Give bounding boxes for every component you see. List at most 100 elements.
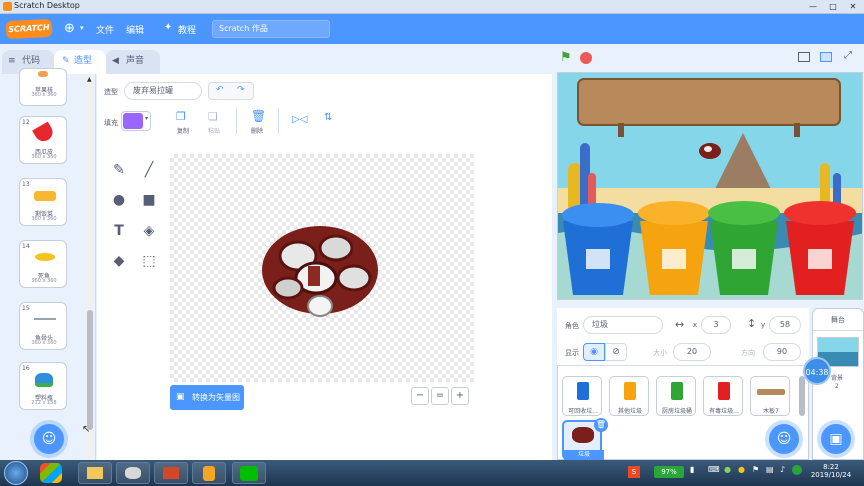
direction-input[interactable]: 90	[763, 343, 801, 361]
eye-icon: ◉	[590, 347, 598, 357]
trash-icon[interactable]: 🗑	[251, 109, 266, 123]
app-icon[interactable]	[40, 463, 62, 483]
battery-icon[interactable]: ▮	[690, 465, 694, 474]
size-input[interactable]: 20	[673, 343, 711, 361]
taskbar-paint[interactable]	[116, 462, 150, 484]
green-flag-icon[interactable]: ⚑	[560, 50, 572, 65]
taskbar-powerpoint[interactable]	[154, 462, 188, 484]
taskbar-app[interactable]	[192, 462, 226, 484]
tab-sounds[interactable]: ◀ 声音	[106, 50, 160, 74]
recording-timer: 04:38	[803, 357, 831, 385]
battery-indicator[interactable]: 97%	[654, 466, 684, 478]
keyboard-icon[interactable]: ⌨	[708, 465, 720, 474]
delete-sprite-icon[interactable]: 🗑	[594, 418, 608, 432]
flag-icon[interactable]: ⚑	[752, 465, 759, 474]
scratch-logo[interactable]: SCRATCH	[5, 18, 53, 40]
sprite-thumb[interactable]: 厨房垃圾桶	[656, 376, 696, 416]
costume-item[interactable]: 15 鱼骨头 360 x 360	[19, 302, 67, 350]
small-stage-icon[interactable]	[798, 52, 810, 62]
sprite-label: 角色	[565, 322, 579, 330]
stage-canvas[interactable]	[557, 72, 863, 300]
close-icon[interactable]: ✕	[846, 1, 860, 12]
line-tool-icon[interactable]: ╱	[140, 161, 158, 179]
fill-color-picker[interactable]: ▾	[121, 111, 151, 131]
chevron-down-icon[interactable]: ▾	[80, 24, 84, 32]
crushed-cans-image	[262, 226, 378, 317]
menu-bar: SCRATCH ⊕ ▾ 文件 编辑 ✦ 教程 Scratch 作品	[0, 14, 864, 44]
y-input[interactable]: 58	[769, 316, 801, 334]
sprite-thumb[interactable]: 可回收垃...	[562, 376, 602, 416]
menu-tutorials[interactable]: 教程	[178, 23, 196, 36]
x-input[interactable]: 3	[701, 316, 731, 334]
project-title-input[interactable]: Scratch 作品	[212, 20, 330, 38]
show-eye-button[interactable]: ◉	[583, 343, 605, 361]
delete-button[interactable]: 删除	[251, 126, 263, 135]
zoom-reset-button[interactable]: =	[431, 387, 449, 405]
zoom-in-button[interactable]: +	[451, 387, 469, 405]
choose-backdrop-button[interactable]: ▣	[821, 424, 851, 454]
hide-eye-button[interactable]: ⊘	[605, 343, 627, 361]
fullscreen-icon[interactable]: ⤢	[844, 50, 852, 61]
tray-app-icon[interactable]	[792, 465, 802, 475]
menu-file[interactable]: 文件	[96, 23, 114, 36]
sprite-thumbnail	[572, 427, 594, 443]
show-label: 显示	[565, 349, 579, 357]
ime-icon[interactable]: S	[628, 466, 640, 478]
costume-item[interactable]: 13 剩饭菜 360 x 360	[19, 178, 67, 226]
paint-canvas[interactable]	[170, 154, 474, 382]
taskbar-iqiyi[interactable]	[232, 462, 266, 484]
convert-to-vector-button[interactable]: ▣ 转换为矢量图	[170, 385, 244, 410]
volume-icon[interactable]: ♪	[780, 465, 785, 474]
sprite-thumb-selected[interactable]: 垃圾 🗑	[562, 418, 608, 460]
costume-name-input[interactable]: 废弃易拉罐	[124, 82, 202, 100]
fill-swatch	[123, 113, 143, 129]
brush-tool-icon[interactable]: ✎	[110, 161, 128, 179]
taskbar-explorer[interactable]	[78, 462, 112, 484]
flip-vertical-icon[interactable]: ⇅	[324, 112, 332, 123]
circle-tool-icon[interactable]: ●	[110, 191, 128, 209]
redo-icon[interactable]: ↷	[237, 85, 245, 95]
costume-thumbnail	[34, 191, 56, 201]
sprite-list-scrollbar[interactable]	[799, 376, 805, 416]
zoom-out-button[interactable]: −	[411, 387, 429, 405]
fill-tool-icon[interactable]: ◈	[140, 222, 158, 240]
menu-edit[interactable]: 编辑	[126, 23, 144, 36]
sprite-thumb[interactable]: 木板7	[750, 376, 790, 416]
costume-item[interactable]: 16 塑料瓶 212 x 158	[19, 362, 67, 410]
copy-button[interactable]: 复制	[177, 126, 189, 135]
undo-redo-group: ↶ ↷	[208, 82, 254, 100]
scroll-up-icon[interactable]: ▲	[87, 76, 92, 83]
rectangle-tool-icon[interactable]: ■	[140, 191, 158, 209]
sprite-thumb[interactable]: 其他垃圾	[609, 376, 649, 416]
select-tool-icon[interactable]: ⬚	[140, 252, 158, 270]
text-tool-icon[interactable]: T	[110, 222, 128, 240]
taskbar-clock[interactable]: 8:22 2019/10/24	[806, 463, 856, 479]
choose-sprite-button[interactable]: ☺	[769, 424, 799, 454]
tray-app-icon[interactable]: ●	[724, 465, 731, 474]
choose-costume-button[interactable]: ☺	[34, 424, 64, 454]
undo-icon[interactable]: ↶	[216, 85, 224, 95]
minimize-icon[interactable]: —	[806, 1, 820, 12]
flip-horizontal-icon[interactable]: ▷◁	[292, 114, 307, 125]
paste-button[interactable]: 粘贴	[208, 126, 220, 135]
stop-icon[interactable]	[580, 52, 592, 64]
globe-icon[interactable]: ⊕	[64, 21, 80, 37]
sprite-thumbnail	[718, 382, 730, 400]
window-title: Scratch Desktop	[14, 1, 80, 10]
start-button[interactable]	[4, 461, 28, 485]
scrollbar-thumb[interactable]	[87, 310, 93, 430]
lightbulb-icon[interactable]: ✦	[164, 22, 172, 33]
sprite-thumb[interactable]: 有毒垃圾...	[703, 376, 743, 416]
network-icon[interactable]: ▤	[766, 465, 774, 474]
costume-item[interactable]: 12 西瓜皮 360 x 360	[19, 116, 67, 164]
sprite-name-input[interactable]: 垃圾	[583, 316, 663, 334]
eraser-tool-icon[interactable]: ◆	[110, 252, 128, 270]
fill-label: 填充	[104, 119, 118, 127]
maximize-icon[interactable]: □	[826, 1, 840, 12]
costume-item[interactable]: 14 死鱼 360 x 360	[19, 240, 67, 288]
large-stage-icon[interactable]	[820, 52, 832, 62]
copy-icon[interactable]: ❐	[176, 110, 186, 123]
tray-app-icon[interactable]: ●	[738, 465, 745, 474]
paste-icon[interactable]: ❏	[208, 110, 218, 123]
costume-item[interactable]: 苹果核 360 x 360	[19, 68, 67, 106]
